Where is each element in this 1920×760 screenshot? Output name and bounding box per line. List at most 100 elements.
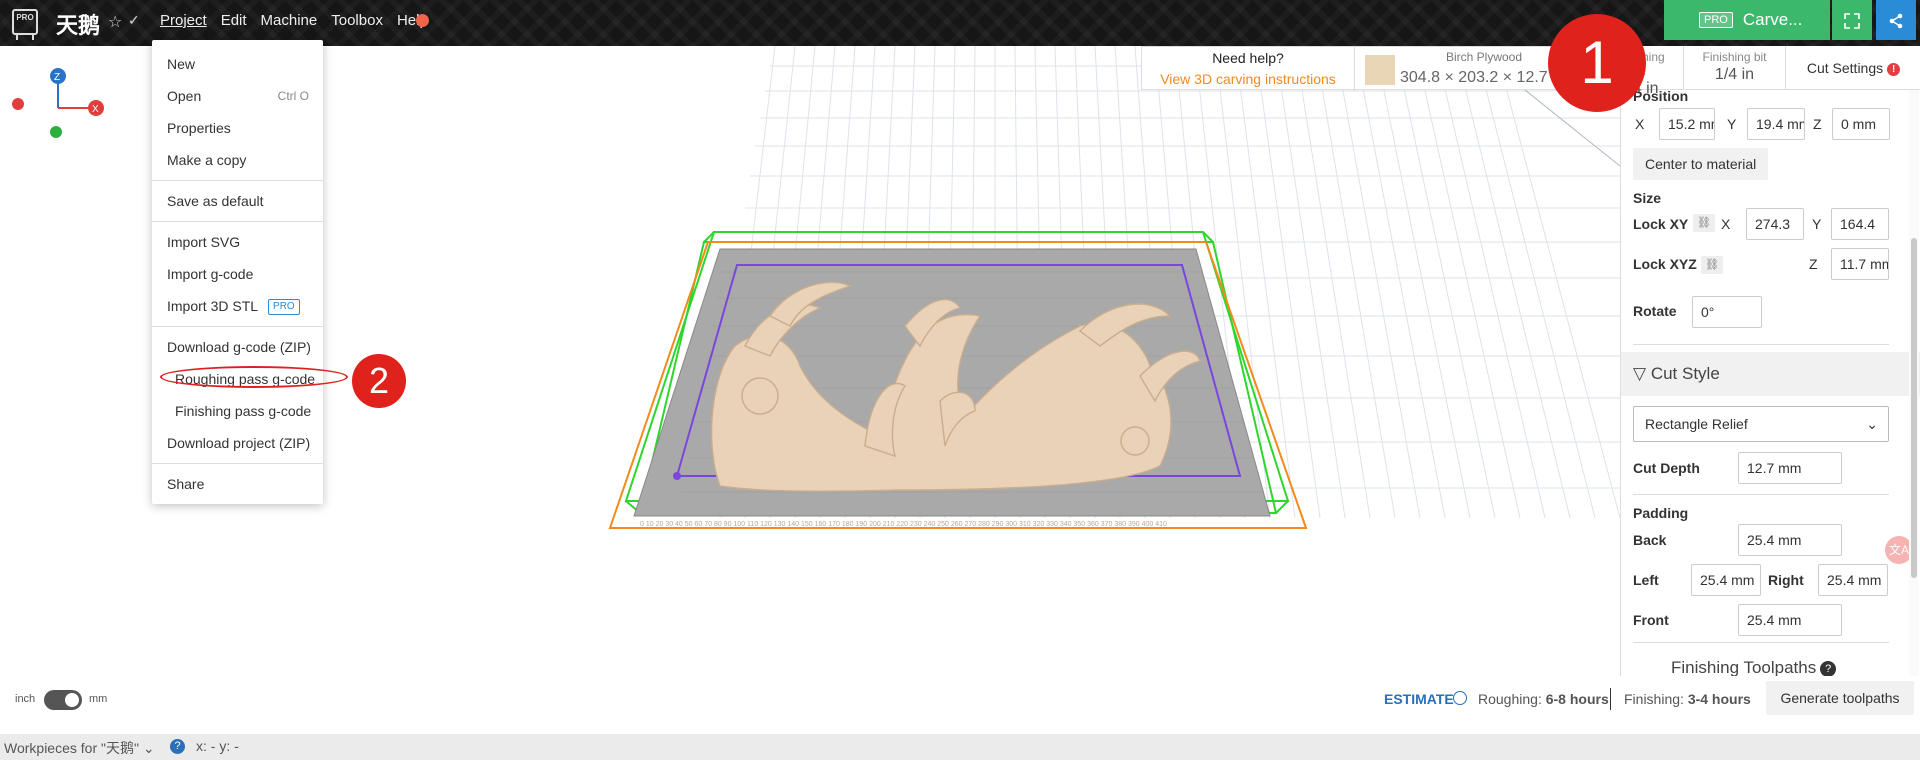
padding-title: Padding	[1633, 505, 1689, 521]
menu-toolbox[interactable]: Toolbox	[331, 12, 383, 29]
menu-machine[interactable]: Machine	[261, 12, 318, 29]
padding-front-input[interactable]: 25.4 mm	[1738, 604, 1842, 636]
unit-toggle[interactable]	[44, 690, 82, 710]
padding-left-input[interactable]: 25.4 mm	[1691, 564, 1761, 596]
checkmark-icon: ✓	[128, 12, 140, 28]
need-help-title: Need help?	[1212, 50, 1284, 66]
carve-button[interactable]: PRO Carve...	[1664, 0, 1830, 40]
lock-xy-icon[interactable]: ⛓	[1693, 214, 1715, 232]
menu-item-download-gcode-zip[interactable]: Download g-code (ZIP)	[152, 331, 323, 363]
padding-front-label: Front	[1633, 612, 1669, 628]
bottom-controls: inch mm ESTIMATE Roughing: 6-8 hours Fin…	[0, 676, 1920, 734]
panel-scrollbar[interactable]	[1909, 90, 1919, 676]
divider	[1633, 642, 1889, 643]
size-z-input[interactable]: 11.7 mm	[1831, 248, 1889, 280]
chevron-down-icon: ⌄	[1866, 416, 1878, 432]
lock-xyz-icon[interactable]: ⛓	[1701, 256, 1723, 274]
divider	[1633, 344, 1889, 345]
project-title[interactable]: 天鹅	[56, 8, 100, 40]
unit-inch-label: inch	[15, 693, 36, 705]
padding-right-input[interactable]: 25.4 mm	[1818, 564, 1888, 596]
menu-item-download-project-zip[interactable]: Download project (ZIP)	[152, 427, 323, 459]
menu-item-save-as-default[interactable]: Save as default	[152, 185, 323, 217]
position-x-input[interactable]: 15.2 mm	[1659, 108, 1715, 140]
help-notification-dot	[416, 14, 429, 27]
finishing-bit-tab[interactable]: Finishing bit 1/4 in	[1683, 46, 1785, 90]
finishing-bit-label: Finishing bit	[1702, 50, 1767, 64]
size-x-label: X	[1721, 216, 1731, 232]
menu-separator	[152, 221, 323, 222]
scrollbar-thumb[interactable]	[1911, 238, 1917, 578]
carve-label: Carve...	[1742, 10, 1803, 29]
generate-toolpaths-button[interactable]: Generate toolpaths	[1766, 681, 1914, 715]
finishing-toolpaths-title[interactable]: Finishing Toolpaths?	[1671, 658, 1837, 678]
position-z-input[interactable]: 0 mm	[1832, 108, 1890, 140]
rotate-input[interactable]: 0°	[1692, 296, 1762, 328]
center-to-material-button[interactable]: Center to material	[1633, 148, 1769, 180]
menu-item-import-svg[interactable]: Import SVG	[152, 226, 323, 258]
clock-icon	[1453, 691, 1467, 705]
size-title: Size	[1633, 190, 1662, 206]
cut-depth-input[interactable]: 12.7 mm	[1738, 452, 1842, 484]
help-icon[interactable]: ?	[1820, 660, 1837, 677]
axis-x-label: X	[92, 104, 99, 115]
cut-style-header[interactable]: ▽ Cut Style	[1621, 352, 1920, 396]
material-swatch	[1365, 55, 1395, 85]
estimate-button[interactable]: ESTIMATE	[1384, 691, 1454, 707]
axis-z-label: Z	[54, 72, 60, 83]
menu-item-share[interactable]: Share	[152, 468, 323, 500]
lock-xy-label: Lock XY	[1633, 216, 1689, 232]
material-name: Birch Plywood	[1446, 50, 1523, 64]
help-icon[interactable]: ?	[170, 739, 185, 754]
share-icon[interactable]	[1876, 0, 1916, 40]
divider	[1633, 494, 1889, 495]
padding-back-input[interactable]: 25.4 mm	[1738, 524, 1842, 556]
need-help-box: Need help? View 3D carving instructions	[1142, 47, 1355, 91]
menu-separator	[152, 463, 323, 464]
axes-gizmo[interactable]: Z X	[8, 62, 108, 142]
cut-style-title: Cut Style	[1650, 364, 1720, 383]
cut-depth-label: Cut Depth	[1633, 460, 1700, 476]
workpieces-toggle[interactable]: Workpieces for "天鹅" ⌄	[4, 738, 155, 758]
status-bar: Workpieces for "天鹅" ⌄ ? x: - y: -	[0, 734, 1920, 760]
roughing-estimate: Roughing: 6-8 hours	[1478, 691, 1609, 707]
annotation-highlight-oval	[160, 366, 348, 388]
right-settings-panel: Roughing bit 1/4 in Finishing bit 1/4 in…	[1613, 46, 1920, 678]
estimate-divider	[1610, 688, 1611, 710]
size-z-label: Z	[1809, 256, 1818, 272]
app-logo-icon[interactable]: PRO	[12, 9, 38, 40]
menu-edit[interactable]: Edit	[221, 12, 247, 29]
menu-item-finishing-pass-gcode[interactable]: Finishing pass g-code	[152, 395, 323, 427]
cut-settings-tab[interactable]: Cut Settings!	[1785, 46, 1920, 90]
pro-badge: PRO	[1699, 12, 1733, 28]
menu-project[interactable]: Project	[160, 12, 207, 29]
position-y-input[interactable]: 19.4 mm	[1747, 108, 1805, 140]
menu-item-properties[interactable]: Properties	[152, 112, 323, 144]
unit-mm-label: mm	[89, 693, 108, 705]
open-shortcut: Ctrl O	[277, 89, 309, 103]
size-y-label: Y	[1812, 216, 1822, 232]
annotation-marker-1: 1	[1548, 14, 1646, 112]
pos-y-label: Y	[1727, 116, 1737, 132]
origin-point	[673, 472, 681, 480]
menu-separator	[152, 180, 323, 181]
size-x-input[interactable]: 274.3	[1746, 208, 1804, 240]
warning-icon: !	[1887, 62, 1901, 76]
padding-left-label: Left	[1633, 572, 1659, 588]
chevron-double-down-icon: ⌄	[142, 740, 155, 756]
carving-instructions-link[interactable]: View 3D carving instructions	[1142, 71, 1354, 87]
menu-item-open[interactable]: Open Ctrl O	[152, 80, 323, 112]
annotation-marker-2: 2	[352, 354, 406, 408]
size-y-input[interactable]: 164.4	[1831, 208, 1889, 240]
rotate-label: Rotate	[1633, 303, 1677, 319]
pos-z-label: Z	[1813, 116, 1822, 132]
star-outline-icon[interactable]: ☆	[108, 12, 122, 32]
padding-back-label: Back	[1633, 532, 1667, 548]
expand-icon[interactable]	[1832, 0, 1872, 40]
menu-item-new[interactable]: New	[152, 48, 323, 80]
cut-style-select[interactable]: Rectangle Relief ⌄	[1633, 406, 1889, 442]
menu-item-import-gcode[interactable]: Import g-code	[152, 258, 323, 290]
menu-item-make-a-copy[interactable]: Make a copy	[152, 144, 323, 176]
menu-item-import-3d-stl[interactable]: Import 3D STL PRO	[152, 290, 323, 322]
cursor-coordinates: x: - y: -	[196, 738, 239, 754]
